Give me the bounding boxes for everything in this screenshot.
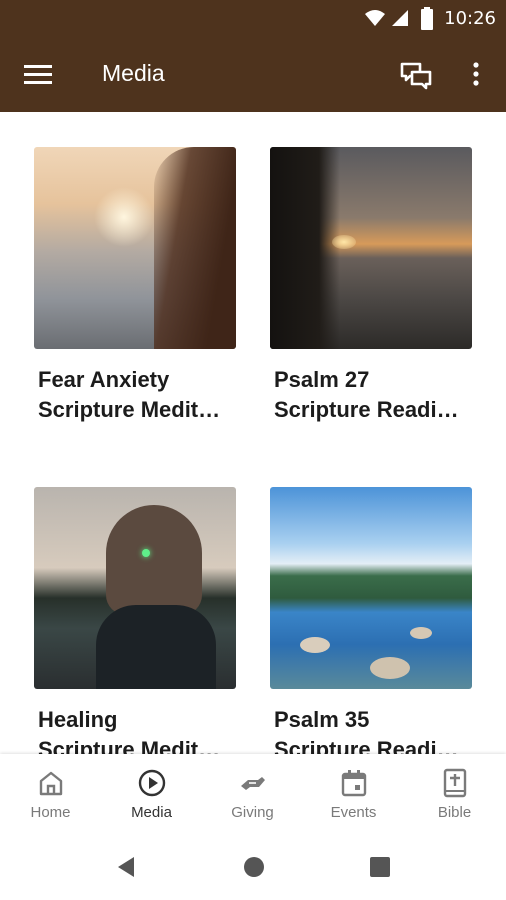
nav-item-events[interactable]: Events (303, 754, 404, 834)
bible-icon (443, 768, 467, 798)
nav-item-home[interactable]: Home (0, 754, 101, 834)
wifi-icon (365, 10, 385, 26)
system-navigation-bar (0, 834, 506, 900)
media-card[interactable]: Fear Anxiety Scripture Medit… (34, 147, 236, 425)
page-title: Media (102, 60, 165, 86)
calendar-icon (341, 770, 367, 797)
nav-label: Media (131, 804, 172, 821)
home-circle-icon[interactable] (242, 855, 266, 879)
media-grid: Fear Anxiety Scripture Medit… Psalm 27 S… (0, 112, 506, 754)
nav-item-giving[interactable]: Giving (202, 754, 303, 834)
recents-icon[interactable] (369, 856, 391, 878)
more-vert-icon[interactable] (464, 58, 488, 92)
back-icon[interactable] (114, 855, 138, 879)
signal-icon (392, 10, 408, 26)
media-title[interactable]: Fear Anxiety Scripture Medit… (34, 365, 238, 425)
media-card[interactable]: Psalm 27 Scripture Readi… (270, 147, 472, 425)
media-thumbnail[interactable] (270, 147, 472, 349)
media-title[interactable]: Healing Scripture Medit… (34, 705, 238, 754)
media-title[interactable]: Psalm 27 Scripture Readi… (270, 365, 474, 425)
app-bar: Media (0, 38, 506, 112)
nav-label: Bible (437, 804, 472, 821)
media-card[interactable]: Healing Scripture Medit… (34, 487, 236, 754)
nav-label: Home (30, 804, 71, 821)
status-time: 10:26 (444, 8, 496, 29)
giving-hand-icon (241, 777, 265, 790)
media-card[interactable]: Psalm 35 Scripture Readi… (270, 487, 472, 754)
bottom-navigation: Home Media Giving Events Bible (0, 754, 506, 834)
nav-item-media[interactable]: Media (101, 754, 202, 834)
media-thumbnail[interactable] (34, 147, 236, 349)
hamburger-menu-icon[interactable] (22, 60, 56, 90)
media-thumbnail[interactable] (34, 487, 236, 689)
nav-label: Events (330, 804, 377, 821)
nav-item-bible[interactable]: Bible (404, 754, 505, 834)
play-circle-icon (138, 769, 166, 797)
home-icon (39, 771, 63, 796)
chat-bubbles-icon[interactable] (398, 58, 434, 92)
battery-icon (421, 7, 433, 30)
status-bar: 10:26 (0, 0, 506, 38)
nav-label: Giving (231, 804, 274, 821)
media-title[interactable]: Psalm 35 Scripture Readi… (270, 705, 474, 754)
media-thumbnail[interactable] (270, 487, 472, 689)
